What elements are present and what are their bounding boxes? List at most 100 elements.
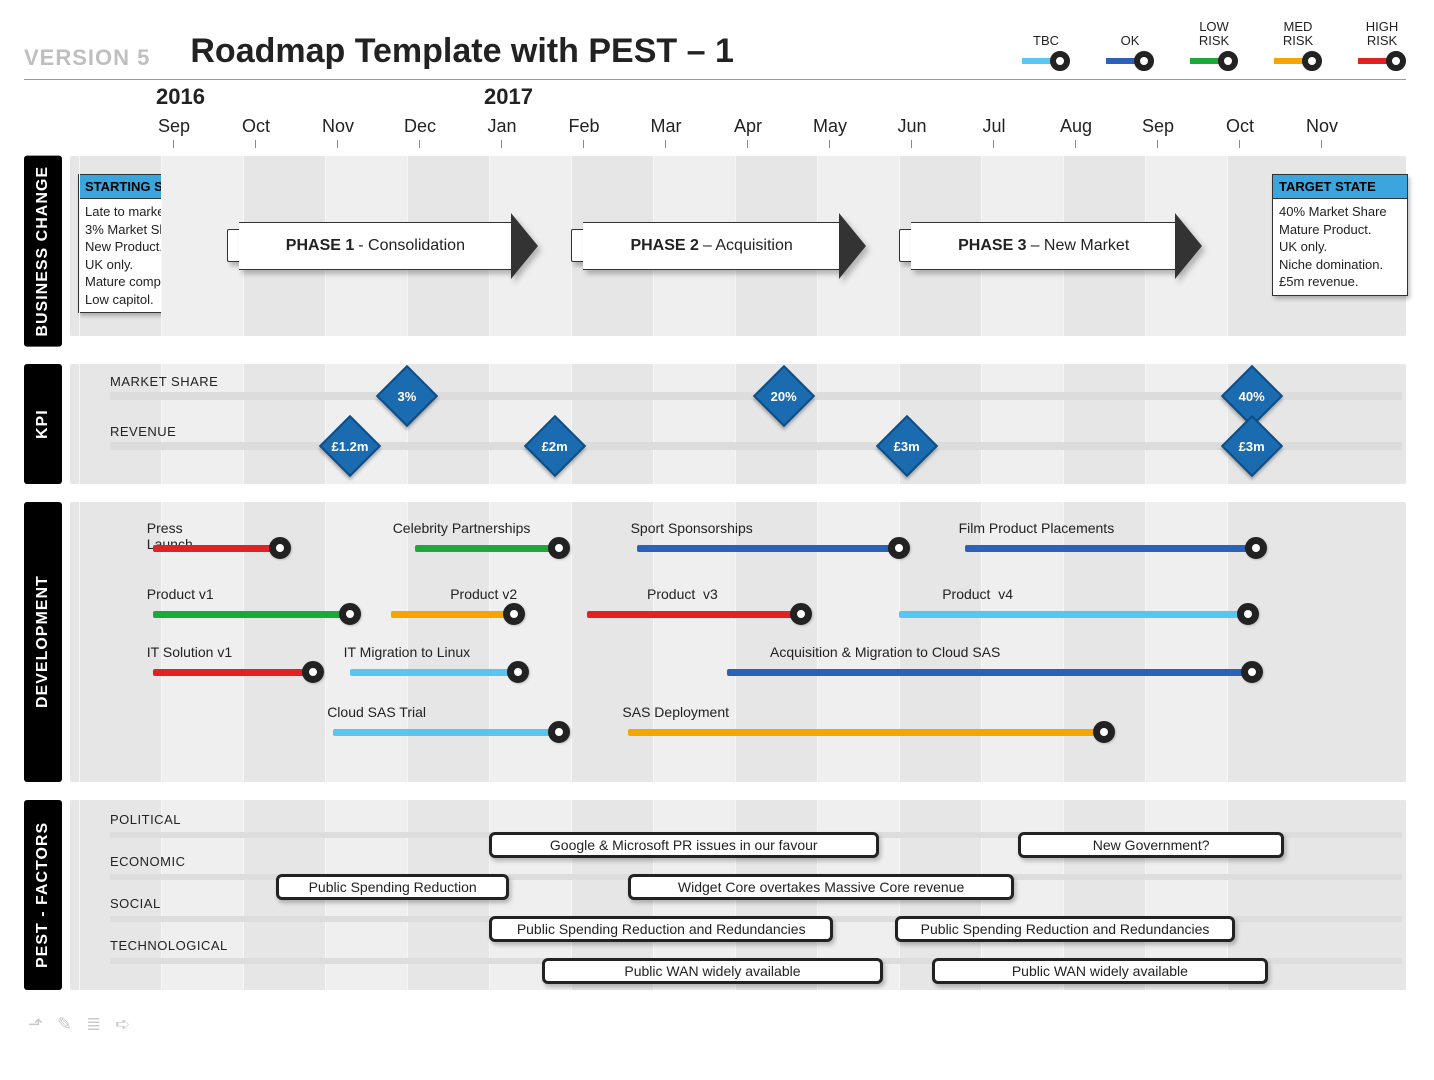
phase-arrow-1: PHASE 1 - Consolidation: [227, 222, 539, 270]
timeline-axis: 2016 2017 SepOctNovDecJanFebMarAprMayJun…: [124, 84, 1406, 144]
phase-subtitle: – Acquisition: [703, 237, 793, 255]
dev-item-milestone: [1245, 537, 1267, 559]
back-arrow-icon[interactable]: ⬏: [28, 1014, 43, 1035]
pest-row-label: ECONOMIC: [110, 854, 186, 869]
kpi-track-label: REVENUE: [110, 424, 176, 439]
dev-item-label: SAS Deployment: [622, 704, 729, 720]
dev-item-bar: [333, 729, 559, 736]
dev-item-bar: [965, 545, 1256, 552]
dev-item-bar: [727, 669, 1252, 676]
dev-item-label: Acquisition & Migration to Cloud SAS: [770, 644, 1000, 660]
pest-row-label: TECHNOLOGICAL: [110, 938, 228, 953]
kpi-value: £3m: [1239, 439, 1265, 454]
legend-swatch-low: [1190, 51, 1238, 71]
phase-arrow-2: PHASE 2 – Acquisition: [571, 222, 866, 270]
legend-label: MED RISK: [1283, 20, 1313, 49]
legend-swatch-ok: [1106, 51, 1154, 71]
legend-label: LOW RISK: [1199, 20, 1229, 49]
grid-col: [981, 364, 1063, 484]
phase-subtitle: - Consolidation: [358, 237, 465, 255]
section-development: DEVELOPMENT Press LaunchCelebrity Partne…: [24, 502, 1406, 782]
kpi-track-line: [110, 442, 1402, 450]
dev-item-label: Cloud SAS Trial: [327, 704, 426, 720]
grid-col: [325, 502, 407, 782]
month-tick: [993, 140, 994, 148]
legend-swatch-med: [1274, 51, 1322, 71]
dev-item-bar: [628, 729, 1104, 736]
dev-item-milestone: [548, 721, 570, 743]
month-label: Jul: [982, 116, 1005, 137]
month-tick: [173, 140, 174, 148]
grid-col: [243, 364, 325, 484]
kpi-value: £1.2m: [331, 439, 368, 454]
grid-col: [1145, 364, 1227, 484]
footer-toolbar: ⬏ ✎ ≣ ➪: [24, 1014, 1406, 1035]
month-label: Oct: [1226, 116, 1254, 137]
dev-item-milestone: [790, 603, 812, 625]
dev-item-label: Product v1: [147, 586, 214, 602]
grid-col: [571, 364, 653, 484]
dev-item-label: IT Migration to Linux: [344, 644, 471, 660]
dev-item-milestone: [507, 661, 529, 683]
kpi-track-label: MARKET SHARE: [110, 374, 218, 389]
roadmap-chart: 2016 2017 SepOctNovDecJanFebMarAprMayJun…: [24, 84, 1406, 991]
kpi-value: 20%: [771, 389, 797, 404]
lane-kpi: MARKET SHAREREVENUE3%20%40%£1.2m£2m£3m£3…: [70, 364, 1406, 484]
pest-item: Public Spending Reduction: [276, 874, 510, 900]
month-label: Nov: [1306, 116, 1338, 137]
legend-low: LOW RISK: [1190, 20, 1238, 71]
month-label: Apr: [734, 116, 762, 137]
legend-tbc: TBC: [1022, 34, 1070, 70]
dev-item-label: Sport Sponsorships: [631, 520, 753, 536]
section-tab-business-change: BUSINESS CHANGE: [24, 156, 62, 347]
legend-label: OK: [1121, 34, 1140, 48]
dev-item-label: Product v4: [942, 586, 1013, 602]
phase-title: PHASE 1: [286, 237, 354, 255]
grid-col: [1145, 502, 1227, 782]
phase-title: PHASE 3: [958, 237, 1026, 255]
pest-item: Public Spending Reduction and Redundanci…: [489, 916, 833, 942]
dev-item-milestone: [1093, 721, 1115, 743]
year-2017: 2017: [484, 84, 533, 110]
phase-arrow-3: PHASE 3 – New Market: [899, 222, 1202, 270]
lane-development: Press LaunchCelebrity PartnershipsSport …: [70, 502, 1406, 782]
month-label: Nov: [322, 116, 354, 137]
dev-item-bar: [153, 545, 280, 552]
dev-item-milestone: [548, 537, 570, 559]
grid-col: [981, 502, 1063, 782]
pencil-icon[interactable]: ✎: [57, 1014, 72, 1035]
dev-item-milestone: [503, 603, 525, 625]
pest-item: Widget Core overtakes Massive Core reven…: [628, 874, 1013, 900]
pest-row-label: POLITICAL: [110, 812, 181, 827]
dev-item-bar: [637, 545, 899, 552]
pest-item: Public WAN widely available: [932, 958, 1268, 984]
legend-high: HIGH RISK: [1358, 20, 1406, 71]
month-tick: [911, 140, 912, 148]
dev-item-bar: [587, 611, 800, 618]
dev-item-milestone: [1237, 603, 1259, 625]
month-tick: [665, 140, 666, 148]
forward-arrow-icon[interactable]: ➪: [115, 1014, 130, 1035]
grid-col: [817, 502, 899, 782]
dev-item-label: Celebrity Partnerships: [393, 520, 531, 536]
section-kpi: KPI MARKET SHAREREVENUE3%20%40%£1.2m£2m£…: [24, 364, 1406, 484]
pest-item: Google & Microsoft PR issues in our favo…: [489, 832, 879, 858]
month-label: Aug: [1060, 116, 1092, 137]
dev-item-bar: [899, 611, 1248, 618]
pest-item: Public Spending Reduction and Redundanci…: [895, 916, 1235, 942]
section-tab-development: DEVELOPMENT: [24, 502, 62, 782]
header: VERSION 5 Roadmap Template with PEST – 1…: [24, 20, 1406, 80]
hamburger-icon[interactable]: ≣: [86, 1014, 101, 1035]
month-label: Jun: [897, 116, 926, 137]
phase-subtitle: – New Market: [1031, 237, 1130, 255]
dev-item-label: Product v3: [647, 586, 718, 602]
kpi-value: £3m: [894, 439, 920, 454]
month-label: Dec: [404, 116, 436, 137]
legend-label: TBC: [1033, 34, 1059, 48]
section-tab-kpi: KPI: [24, 364, 62, 484]
grid-col: [1227, 502, 1309, 782]
month-label: Sep: [158, 116, 190, 137]
section-pest: PEST - FACTORS POLITICALECONOMICSOCIALTE…: [24, 800, 1406, 990]
dev-item-label: Film Product Placements: [959, 520, 1115, 536]
month-tick: [583, 140, 584, 148]
